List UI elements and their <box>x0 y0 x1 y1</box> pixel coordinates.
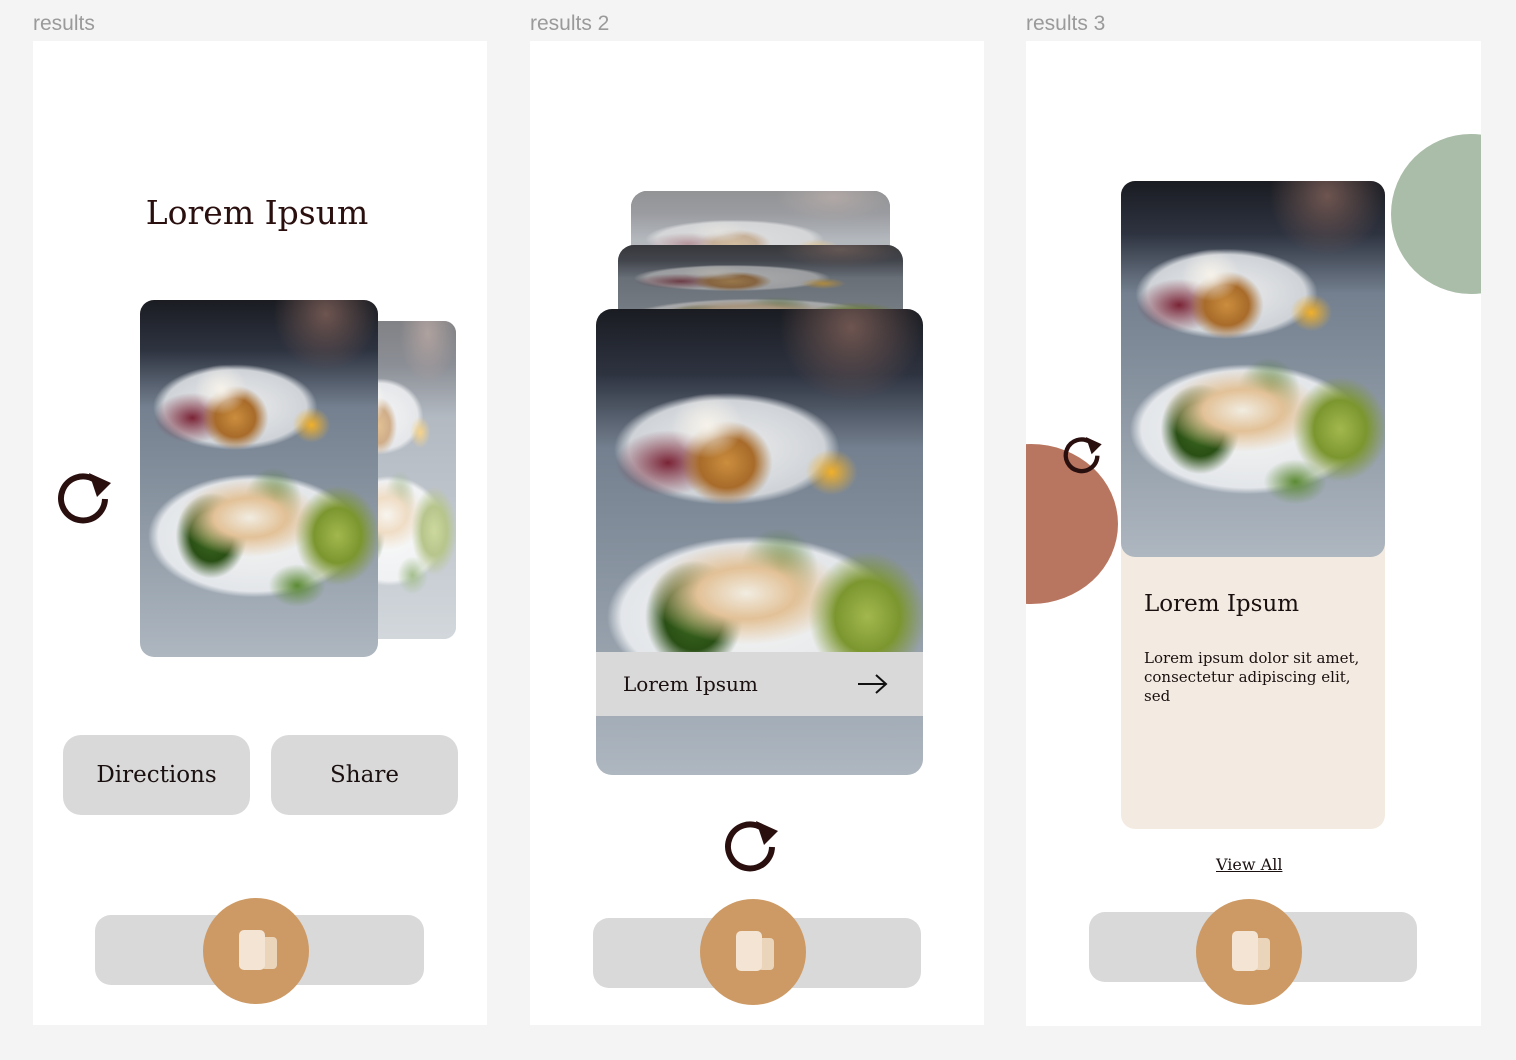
sage-circle-decoration <box>1391 134 1481 294</box>
refresh-icon[interactable] <box>1060 434 1106 476</box>
result-card[interactable]: Lorem Ipsum <box>596 309 923 775</box>
cards-icon <box>1232 931 1258 971</box>
refresh-icon[interactable] <box>720 817 784 875</box>
cards-icon <box>736 931 762 971</box>
result-card-image[interactable] <box>1121 181 1385 557</box>
results-frame: Lorem Ipsum Directions Share <box>33 41 487 1025</box>
directions-button[interactable]: Directions <box>63 735 250 815</box>
frame-label-results: results <box>33 12 95 35</box>
view-all-link[interactable]: View All <box>1216 855 1282 874</box>
cards-icon <box>239 930 265 970</box>
card-title: Lorem Ipsum <box>1144 591 1300 617</box>
frame-label-results-2: results 2 <box>530 12 610 35</box>
refresh-icon[interactable] <box>53 469 117 527</box>
share-button[interactable]: Share <box>271 735 458 815</box>
results-2-frame: Lorem Ipsum <box>530 41 984 1025</box>
card-title: Lorem Ipsum <box>623 672 758 696</box>
card-caption-bar[interactable]: Lorem Ipsum <box>596 652 923 716</box>
card-description: Lorem ipsum dolor sit amet, consectetur … <box>1144 649 1360 705</box>
cards-fab-button[interactable] <box>1196 899 1302 1005</box>
cards-fab-button[interactable] <box>203 898 309 1004</box>
frame-label-results-3: results 3 <box>1026 12 1106 35</box>
result-detail-card[interactable]: Lorem Ipsum Lorem ipsum dolor sit amet, … <box>1121 181 1385 829</box>
page-title: Lorem Ipsum <box>145 193 369 232</box>
arrow-right-icon[interactable] <box>856 672 890 696</box>
cards-fab-button[interactable] <box>700 899 806 1005</box>
results-3-frame: Lorem Ipsum Lorem ipsum dolor sit amet, … <box>1026 41 1481 1026</box>
result-card-image[interactable] <box>140 300 378 657</box>
